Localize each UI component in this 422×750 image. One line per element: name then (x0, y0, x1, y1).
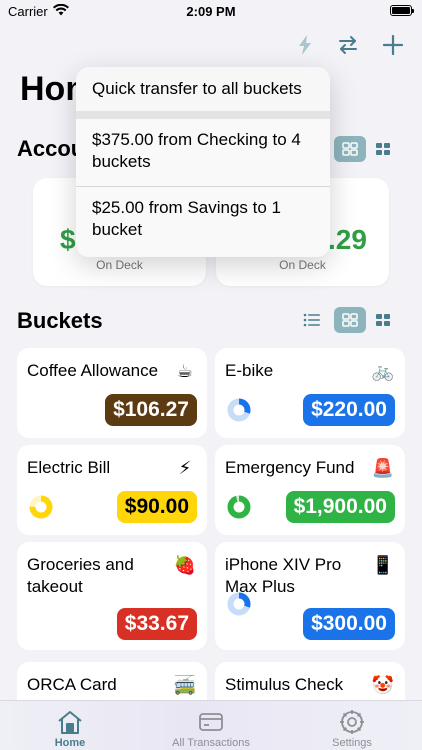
bucket-card[interactable]: E-bike 🚲 $220.00 (215, 348, 405, 438)
menu-header: Quick transfer to all buckets (76, 67, 330, 111)
progress-ring (227, 398, 251, 422)
bolt-icon[interactable] (292, 32, 318, 58)
tab-bar: Home All Transactions Settings (0, 700, 422, 750)
account-balance: $ (60, 224, 76, 255)
gear-icon (338, 709, 366, 735)
transfer-arrows-icon[interactable] (335, 32, 361, 58)
menu-divider (76, 111, 330, 119)
house-icon (56, 709, 84, 735)
buckets-view-toggle (296, 307, 394, 333)
bucket-balance: $33.67 (116, 608, 197, 640)
coffee-icon: ☕ (176, 360, 194, 381)
tab-label: All Transactions (172, 737, 250, 749)
phone-icon: 📱 (371, 554, 395, 575)
battery-icon (390, 5, 414, 16)
lightning-icon: ⚡ (178, 457, 192, 478)
add-icon[interactable] (380, 32, 406, 58)
bucket-balance: $90.00 (116, 491, 197, 523)
bucket-name: ORCA Card (27, 675, 117, 694)
progress-ring (227, 495, 251, 519)
menu-item-savings-transfer[interactable]: $25.00 from Savings to 1 bucket (76, 187, 330, 254)
bucket-card[interactable]: Coffee Allowance ☕ $106.27 (17, 348, 207, 438)
progress-ring (29, 495, 53, 519)
accounts-view-toggle (334, 136, 394, 162)
list-view-button[interactable] (296, 307, 328, 333)
bucket-card[interactable]: iPhone XIV Pro Max Plus 📱 $300.00 (215, 542, 405, 650)
bucket-balance: $220.00 (303, 394, 395, 426)
tab-label: Settings (332, 737, 372, 749)
strawberry-icon: 🍓 (173, 554, 197, 575)
credit-card-icon (197, 709, 225, 735)
bucket-card[interactable]: Electric Bill ⚡ $90.00 (17, 445, 207, 535)
medium-grid-view-button[interactable] (334, 136, 366, 162)
bucket-balance: $106.27 (105, 394, 197, 426)
clown-icon: 🤡 (371, 674, 395, 695)
bucket-name: E-bike (225, 361, 274, 380)
bucket-name: Emergency Fund (225, 458, 355, 477)
account-caption: On Deck (96, 258, 143, 272)
buckets-section-title: Buckets (17, 308, 103, 333)
status-time: 2:09 PM (186, 4, 236, 19)
bucket-balance: $300.00 (303, 608, 395, 640)
bucket-name: Stimulus Check (225, 675, 344, 694)
bicycle-icon: 🚲 (371, 360, 395, 381)
siren-icon: 🚨 (371, 457, 395, 478)
medium-grid-view-button[interactable] (334, 307, 366, 333)
bucket-name: Coffee Allowance (27, 361, 159, 380)
bucket-card[interactable]: Emergency Fund 🚨 $1,900.00 (215, 445, 405, 535)
progress-ring (227, 592, 251, 616)
menu-item-checking-transfer[interactable]: $375.00 from Checking to 4 buckets (76, 119, 330, 186)
tab-home[interactable]: Home (0, 701, 140, 750)
small-grid-view-button[interactable] (372, 307, 394, 333)
tab-label: Home (54, 737, 86, 749)
bucket-name: Electric Bill (27, 458, 111, 477)
account-balance: .29 (328, 224, 367, 255)
tab-settings[interactable]: Settings (282, 701, 422, 750)
bucket-card[interactable]: Groceries and takeout 🍓 $33.67 (17, 542, 207, 650)
tab-all-transactions[interactable]: All Transactions (141, 701, 281, 750)
small-grid-view-button[interactable] (372, 136, 394, 162)
account-caption: On Deck (279, 258, 326, 272)
quick-transfer-menu: Quick transfer to all buckets $375.00 fr… (76, 67, 330, 257)
bucket-name: Groceries and takeout (27, 555, 134, 596)
status-bar: Carrier 2:09 PM (0, 0, 422, 24)
trolleybus-icon: 🚎 (173, 674, 197, 695)
bucket-balance: $1,900.00 (285, 491, 395, 523)
